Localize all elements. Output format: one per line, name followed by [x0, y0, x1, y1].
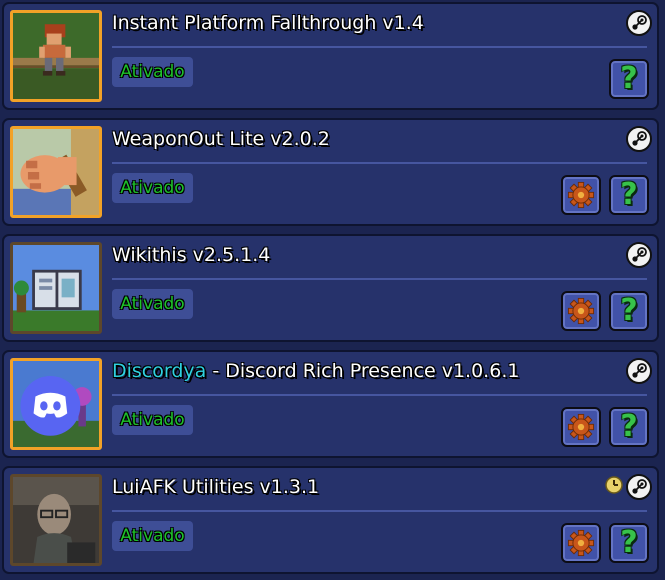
mod-name: Wikithis v2.5.1.4 — [112, 244, 271, 266]
gear-icon — [567, 297, 595, 325]
steam-icon — [626, 242, 652, 268]
discord-icon — [10, 358, 102, 450]
mod-item-instant-platform-fallthrough[interactable]: Instant Platform Fallthrough v1.4 Ativad… — [2, 2, 659, 110]
clock-icon — [605, 476, 623, 494]
question-mark-icon: ? — [620, 177, 638, 212]
config-button[interactable] — [561, 523, 601, 563]
divider — [112, 162, 647, 164]
config-button[interactable] — [561, 175, 601, 215]
fist-icon — [10, 126, 102, 218]
mod-item-weaponout-lite[interactable]: WeaponOut Lite v2.0.2 Ativado ? — [2, 118, 659, 226]
mod-item-luiafk-utilities[interactable]: LuiAFK Utilities v1.3.1 Ativado ? — [2, 466, 659, 574]
question-mark-icon: ? — [620, 525, 638, 560]
steam-icon — [626, 358, 652, 384]
help-button[interactable]: ? — [609, 175, 649, 215]
portrait-icon — [10, 474, 102, 566]
config-button[interactable] — [561, 291, 601, 331]
divider — [112, 510, 647, 512]
mod-name: WeaponOut Lite v2.0.2 — [112, 128, 330, 150]
status-badge[interactable]: Ativado — [112, 521, 193, 551]
help-button[interactable]: ? — [609, 59, 649, 99]
divider — [112, 278, 647, 280]
question-mark-icon: ? — [620, 409, 638, 444]
question-mark-icon: ? — [620, 61, 638, 96]
steam-icon — [626, 126, 652, 152]
question-mark-icon: ? — [620, 293, 638, 328]
mod-name: Instant Platform Fallthrough v1.4 — [112, 12, 424, 34]
help-button[interactable]: ? — [609, 407, 649, 447]
mod-name: LuiAFK Utilities v1.3.1 — [112, 476, 320, 498]
mod-item-wikithis[interactable]: Wikithis v2.5.1.4 Ativado ? — [2, 234, 659, 342]
gear-icon — [567, 529, 595, 557]
help-button[interactable]: ? — [609, 291, 649, 331]
open-book-icon — [10, 242, 102, 334]
pixel-character-icon — [10, 10, 102, 102]
status-badge[interactable]: Ativado — [112, 405, 193, 435]
status-badge[interactable]: Ativado — [112, 57, 193, 87]
mod-list: Instant Platform Fallthrough v1.4 Ativad… — [0, 0, 665, 580]
steam-icon — [626, 10, 652, 36]
gear-icon — [567, 413, 595, 441]
gear-icon — [567, 181, 595, 209]
help-button[interactable]: ? — [609, 523, 649, 563]
steam-icon — [626, 474, 652, 500]
mod-name: Discordya - Discord Rich Presence v1.0.6… — [112, 360, 520, 382]
config-button[interactable] — [561, 407, 601, 447]
status-badge[interactable]: Ativado — [112, 173, 193, 203]
mod-item-discordya[interactable]: Discordya - Discord Rich Presence v1.0.6… — [2, 350, 659, 458]
divider — [112, 394, 647, 396]
divider — [112, 46, 647, 48]
status-badge[interactable]: Ativado — [112, 289, 193, 319]
